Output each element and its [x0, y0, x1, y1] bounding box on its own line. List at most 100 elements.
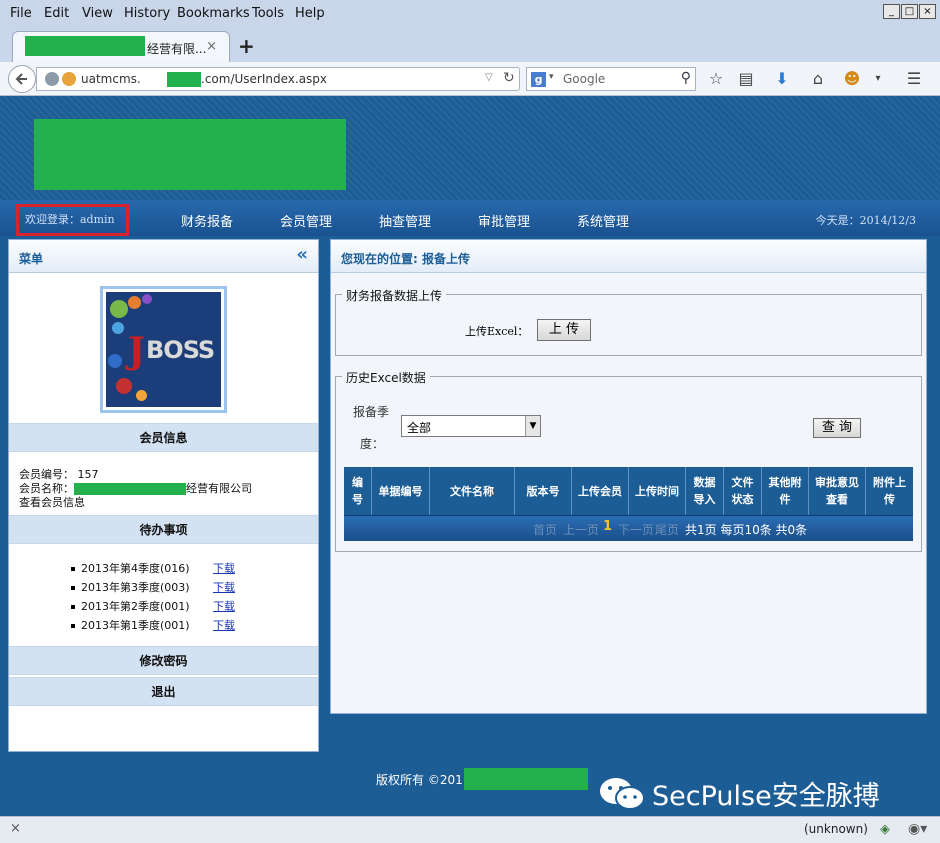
query-button[interactable]: 查 询	[813, 418, 861, 438]
nav-member-management[interactable]: 会员管理	[280, 211, 332, 230]
downloads-icon[interactable]: ⬇	[770, 67, 794, 91]
nav-system[interactable]: 系统管理	[577, 211, 629, 230]
search-engine-dropdown-icon[interactable]: ▾	[549, 72, 554, 82]
pager: 首页 上一页 1 下一页 尾页 共1页 每页10条 共0条	[344, 515, 913, 541]
redacted-logo	[34, 119, 346, 190]
web-page: 欢迎登录：admin 财务报备 会员管理 抽查管理 审批管理 系统管理 今天是：…	[0, 96, 940, 816]
todo-item: 2013年第4季度(016) 下载	[71, 560, 235, 576]
menu-file[interactable]: File	[10, 6, 32, 21]
globe-menu-icon[interactable]: ◉▾	[908, 821, 927, 837]
copyright-text: 版权所有 ©2011	[376, 773, 471, 787]
menu-history[interactable]: History	[124, 6, 170, 21]
tab-close-icon[interactable]: ×	[206, 39, 217, 54]
quarter-label: 报备季	[353, 405, 390, 419]
redacted-block	[74, 483, 186, 495]
nav-approval[interactable]: 审批管理	[478, 211, 530, 230]
today-date: 今天是：2014/12/3	[815, 214, 916, 227]
todo-item: 2013年第1季度(001) 下载	[71, 617, 235, 633]
menu-view[interactable]: View	[82, 6, 113, 21]
tab-strip: 经营有限... × +	[0, 28, 940, 62]
pager-current[interactable]: 1	[603, 519, 612, 534]
url-prefix: uatmcms.	[81, 72, 141, 86]
col-approval-view: 审批意见查看	[809, 467, 866, 515]
download-link[interactable]: 下载	[213, 598, 235, 614]
todo-label: 2013年第4季度(016)	[81, 562, 190, 575]
tab-title: 经营有限...	[147, 42, 207, 56]
search-placeholder: Google	[563, 72, 606, 86]
globe-icon	[45, 72, 59, 86]
upload-legend: 财务报备数据上传	[342, 287, 447, 304]
pager-prev[interactable]: 上一页	[563, 521, 599, 538]
back-arrow-icon	[15, 73, 27, 85]
download-link[interactable]: 下载	[213, 617, 235, 633]
close-window-button[interactable]: ×	[919, 4, 936, 19]
history-table-header: 编号 单据编号 文件名称 版本号 上传会员 上传时间 数据导入 文件状态 其他附…	[344, 467, 913, 515]
left-panel-title: 菜单	[19, 252, 44, 266]
search-box[interactable]: g ▾ Google ⚲	[526, 67, 696, 91]
col-document-no: 单据编号	[372, 467, 430, 515]
menu-edit[interactable]: Edit	[44, 6, 69, 21]
col-file-name: 文件名称	[430, 467, 515, 515]
menu-help[interactable]: Help	[295, 6, 325, 21]
menu-bookmarks[interactable]: Bookmarks	[177, 6, 250, 21]
jboss-logo: J BOSS	[100, 286, 227, 413]
pager-next[interactable]: 下一页	[618, 521, 654, 538]
download-link[interactable]: 下载	[213, 560, 235, 576]
maximize-button[interactable]: □	[901, 4, 918, 19]
col-no: 编号	[344, 467, 372, 515]
welcome-text: 欢迎登录：admin	[16, 204, 129, 236]
change-password-button[interactable]: 修改密码	[9, 646, 318, 675]
pager-last[interactable]: 尾页	[655, 521, 679, 538]
collapse-icon[interactable]: «	[296, 244, 308, 265]
warning-icon	[62, 72, 76, 86]
address-bar[interactable]: uatmcms. .com/UserIndex.aspx ▽ ↻	[36, 67, 520, 91]
chevron-down-icon[interactable]: ▼	[525, 416, 540, 436]
back-button[interactable]	[8, 65, 36, 93]
hamburger-menu-icon[interactable]: ☰	[902, 67, 926, 91]
todo-header: 待办事项	[9, 515, 318, 544]
site-footer: 版权所有 ©2011 SecPulse安全脉搏	[0, 766, 940, 816]
google-icon: g	[531, 72, 546, 87]
logout-button[interactable]: 退出	[9, 677, 318, 706]
view-member-info-link[interactable]: 查看会员信息	[19, 494, 85, 510]
url-suffix: .com/UserIndex.aspx	[201, 72, 328, 86]
nav-spot-check[interactable]: 抽查管理	[379, 211, 431, 230]
minimize-button[interactable]: _	[883, 4, 900, 19]
todo-item: 2013年第3季度(003) 下载	[71, 579, 235, 595]
download-link[interactable]: 下载	[213, 579, 235, 595]
upload-button[interactable]: 上 传	[537, 319, 591, 341]
brand-watermark: SecPulse安全脉搏	[652, 781, 880, 812]
col-attachment-upload: 附件上传	[873, 476, 906, 506]
col-data-import: 数据导入	[686, 467, 724, 515]
addon-dropdown-icon[interactable]: ▾	[866, 67, 890, 91]
new-tab-button[interactable]: +	[238, 34, 255, 58]
redacted-block	[464, 768, 588, 790]
reload-icon[interactable]: ↻	[503, 70, 515, 86]
site-nav: 欢迎登录：admin 财务报备 会员管理 抽查管理 审批管理 系统管理 今天是：…	[0, 200, 940, 236]
main-content-panel: 您现在的位置: 报备上传 财务报备数据上传 上传Excel： 上 传 历史Exc…	[330, 239, 927, 714]
todo-label: 2013年第2季度(001)	[81, 600, 190, 613]
history-legend: 历史Excel数据	[342, 369, 430, 386]
tab-active[interactable]: 经营有限... ×	[12, 31, 230, 62]
member-name-suffix: 经营有限公司	[186, 482, 252, 495]
current-location: 您现在的位置: 报备上传	[341, 252, 470, 266]
quarter-select[interactable]: 全部 ▼	[401, 415, 541, 437]
status-text: (unknown)	[804, 822, 868, 836]
upload-fieldset: 财务报备数据上传 上传Excel： 上 传	[335, 287, 922, 356]
close-addon-bar-icon[interactable]: ×	[10, 821, 21, 836]
bookmark-star-icon[interactable]: ☆	[704, 67, 728, 91]
redacted-block	[25, 36, 145, 56]
addon-icon[interactable]: ☻	[840, 67, 864, 91]
search-icon[interactable]: ⚲	[681, 70, 691, 86]
pager-first[interactable]: 首页	[533, 521, 557, 538]
menu-bar: File Edit View History Bookmarks Tools H…	[0, 0, 940, 28]
todo-label: 2013年第3季度(003)	[81, 581, 190, 594]
col-version: 版本号	[515, 467, 572, 515]
left-menu-panel: 菜单 « J BOSS 会员信息 会员编号： 157 会员名称： 经营有限公司 查…	[8, 239, 319, 752]
menu-tools[interactable]: Tools	[252, 6, 284, 21]
url-dropdown-icon[interactable]: ▽	[485, 72, 493, 83]
home-icon[interactable]: ⌂	[806, 67, 830, 91]
nav-finance-report[interactable]: 财务报备	[181, 211, 233, 230]
security-icon: ◈	[880, 822, 890, 837]
reading-list-icon[interactable]: ▤	[734, 67, 758, 91]
